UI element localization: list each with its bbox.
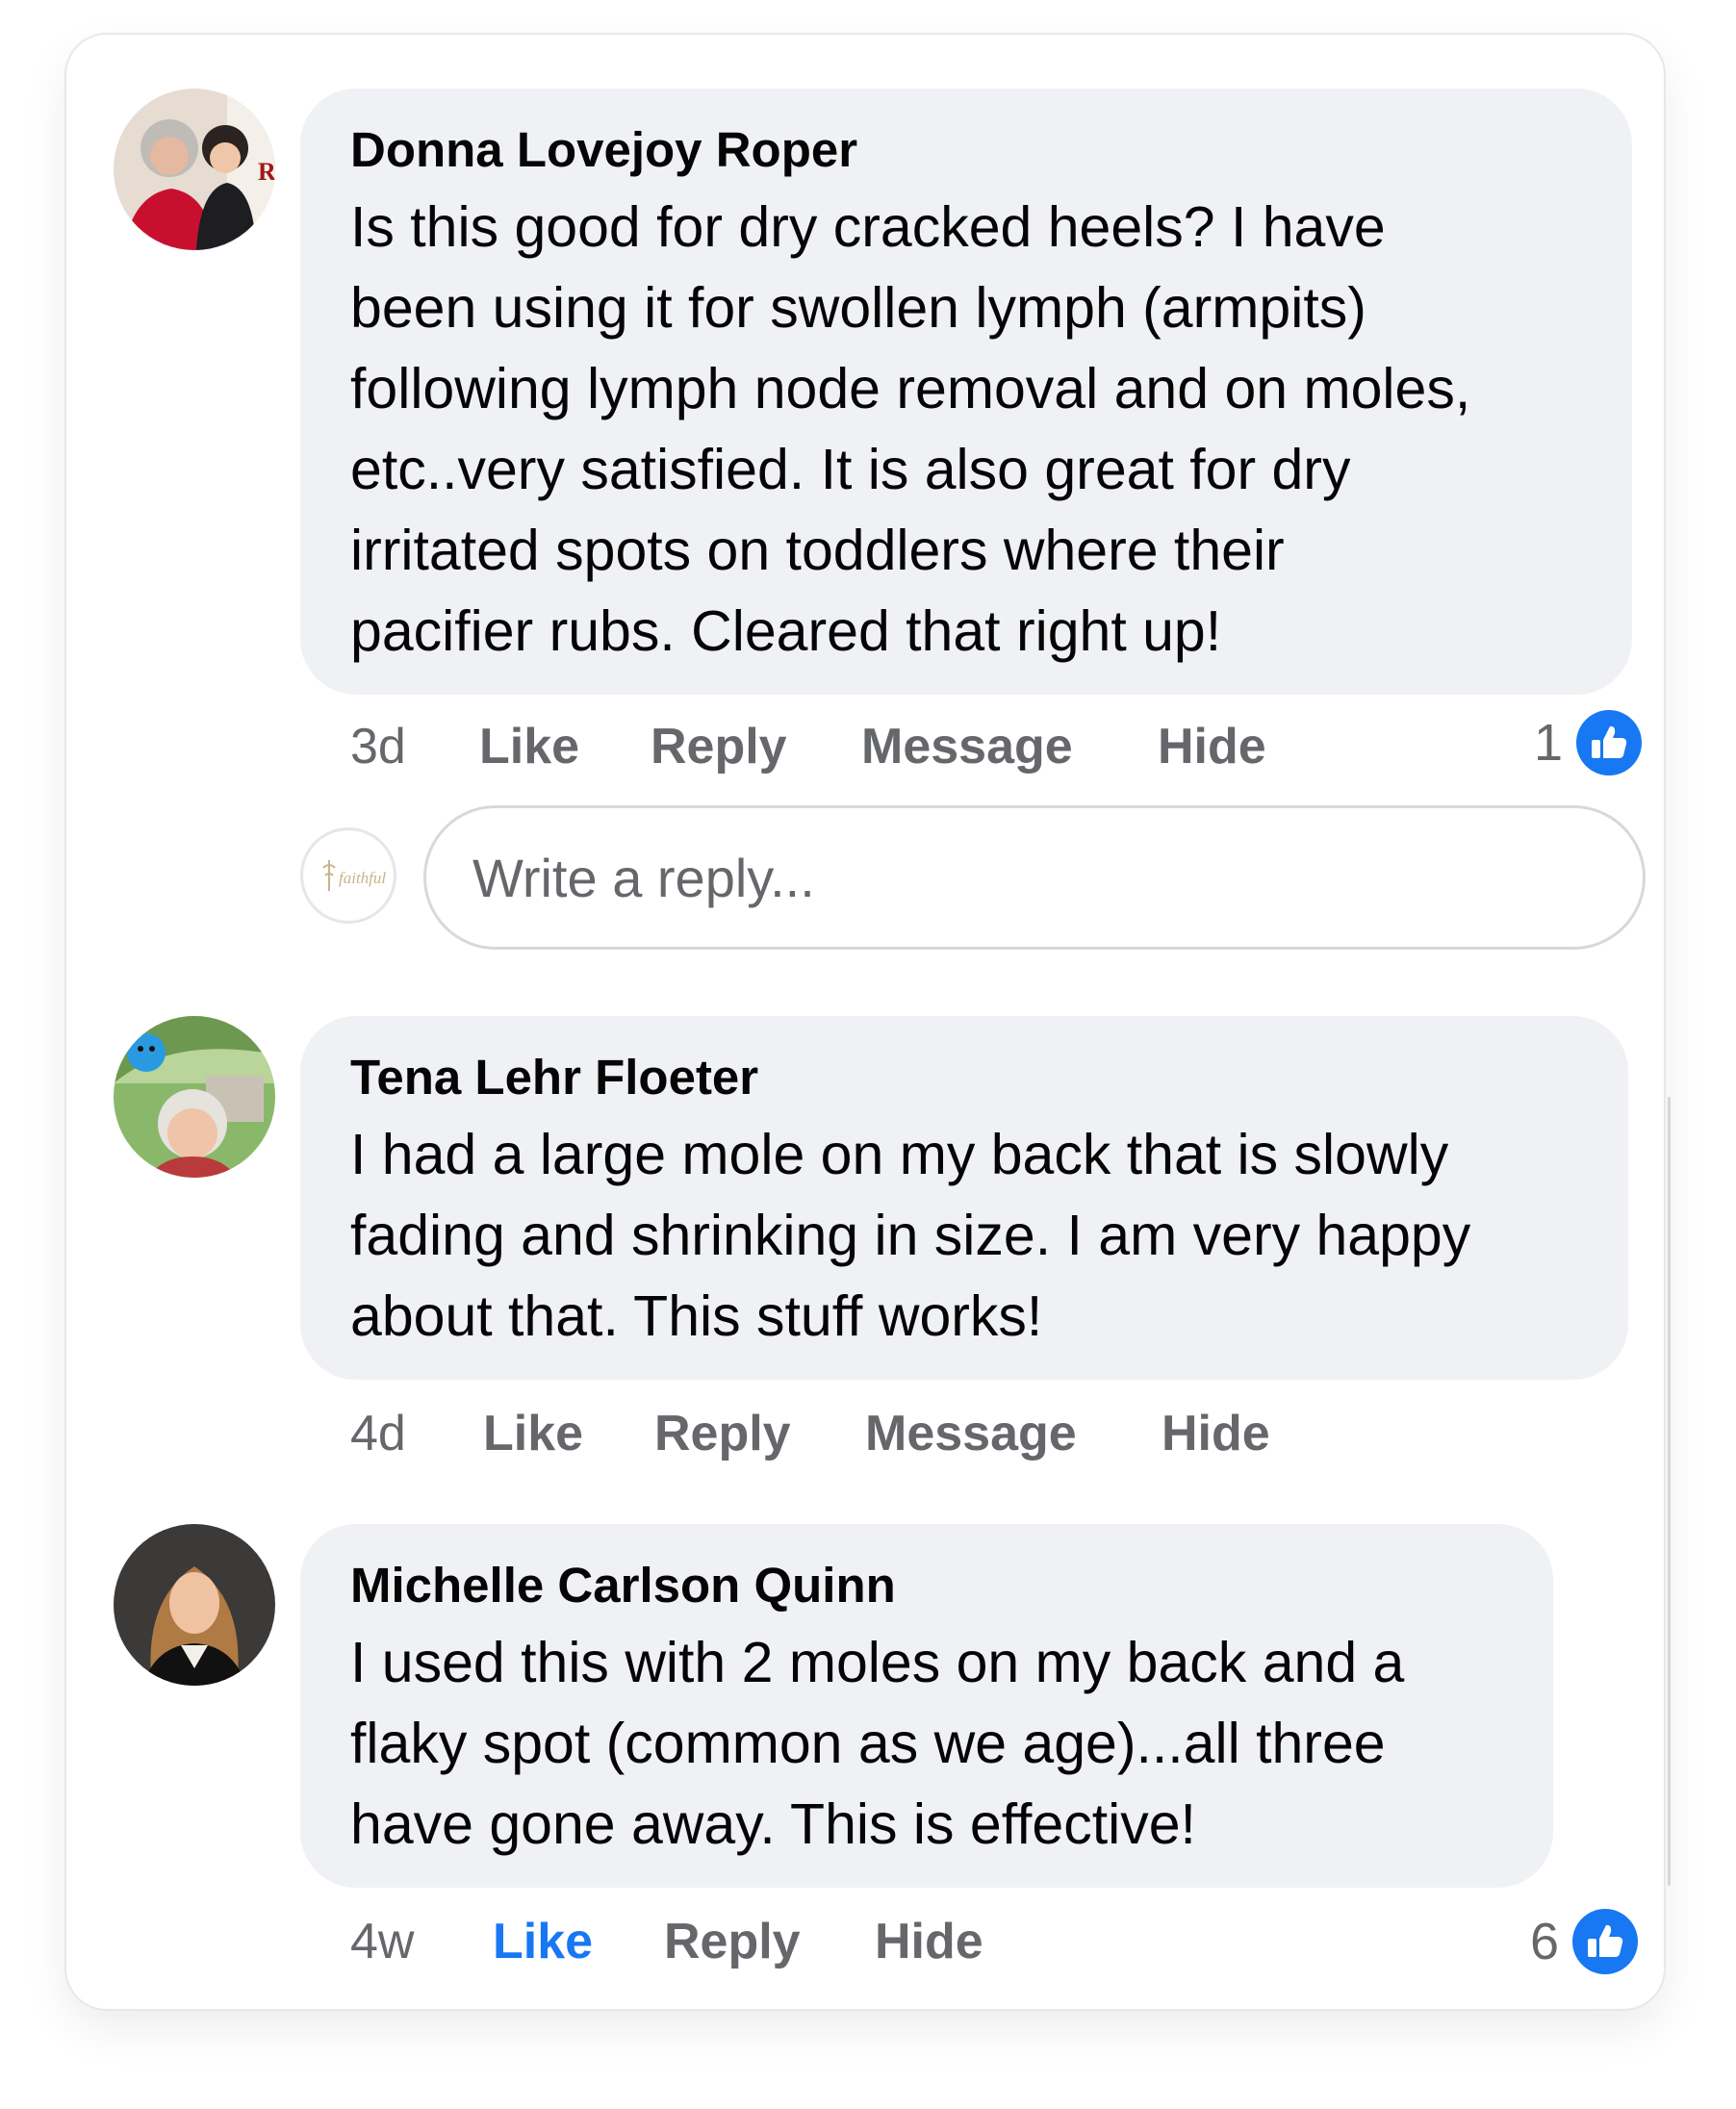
comment-author[interactable]: Tena Lehr Floeter [350,1049,1628,1106]
like-button[interactable]: Like [479,716,579,777]
comment-text-line: following lymph node removal and on mole… [350,357,1471,420]
comment-actions: 3d Like Reply Message Hide [350,716,1313,777]
reaction-count: 1 [1534,714,1564,772]
reply-button[interactable]: Reply [654,1403,791,1464]
svg-text:R: R [258,158,275,186]
reply-input[interactable] [423,805,1646,950]
like-button-active[interactable]: Like [493,1911,593,1972]
comment-bubble: Donna Lovejoy Roper Is this good for dry… [300,89,1632,695]
hide-button[interactable]: Hide [875,1911,983,1972]
avatar-tena-lehr-floeter[interactable] [114,1016,275,1178]
avatar-donna-lovejoy-roper[interactable]: R [114,89,275,250]
comment-text: Is this good for dry cracked heels? I ha… [350,187,1632,672]
current-user-avatar[interactable]: faithful [300,827,396,924]
comment-timestamp[interactable]: 3d [350,716,406,777]
comment-actions: 4w Like Reply Hide [350,1911,1120,1972]
comment-bubble: Michelle Carlson Quinn I used this with … [300,1524,1553,1888]
comment-text-line: fading and shrinking in size. I am very … [350,1204,1471,1267]
thumbs-up-icon [1576,710,1643,775]
comment-actions: 4d Like Reply Message Hide [350,1403,1313,1464]
reaction-summary[interactable]: 6 [1530,1907,1639,1976]
hide-button[interactable]: Hide [1158,716,1266,777]
logo-text: faithful [339,869,386,887]
comment-text-line: about that. This stuff works! [350,1284,1043,1348]
message-button[interactable]: Message [861,716,1073,777]
comment-text: I had a large mole on my back that is sl… [350,1114,1628,1357]
avatar-michelle-carlson-quinn[interactable] [114,1524,275,1686]
comment-text: I used this with 2 moles on my back and … [350,1622,1553,1865]
comment-text-line: have gone away. This is effective! [350,1792,1196,1856]
comment-text-line: I had a large mole on my back that is sl… [350,1123,1449,1186]
scrollbar[interactable] [1668,1097,1671,1886]
faithful-logo-icon: faithful [322,860,386,891]
comment-text-line: flaky spot (common as we age)...all thre… [350,1712,1386,1775]
comment-text-line: pacifier rubs. Cleared that right up! [350,599,1222,663]
comment-text-line: Is this good for dry cracked heels? I ha… [350,195,1386,259]
comment-author[interactable]: Michelle Carlson Quinn [350,1557,1553,1614]
comment-text-line: been using it for swollen lymph (armpits… [350,276,1366,340]
like-button[interactable]: Like [483,1403,583,1464]
comment-timestamp[interactable]: 4w [350,1911,414,1972]
comment-text-line: I used this with 2 moles on my back and … [350,1631,1405,1694]
comment-timestamp[interactable]: 4d [350,1403,406,1464]
hide-button[interactable]: Hide [1162,1403,1270,1464]
thumbs-up-icon [1572,1909,1639,1974]
comment-text-line: etc..very satisfied. It is also great fo… [350,438,1351,501]
comment-text-line: irritated spots on toddlers where their [350,519,1285,582]
comment-bubble: Tena Lehr Floeter I had a large mole on … [300,1016,1628,1380]
message-button[interactable]: Message [865,1403,1077,1464]
reply-button[interactable]: Reply [664,1911,801,1972]
comment-author[interactable]: Donna Lovejoy Roper [350,121,1632,179]
reaction-count: 6 [1530,1913,1560,1970]
reaction-summary[interactable]: 1 [1534,708,1643,777]
reply-button[interactable]: Reply [651,716,787,777]
